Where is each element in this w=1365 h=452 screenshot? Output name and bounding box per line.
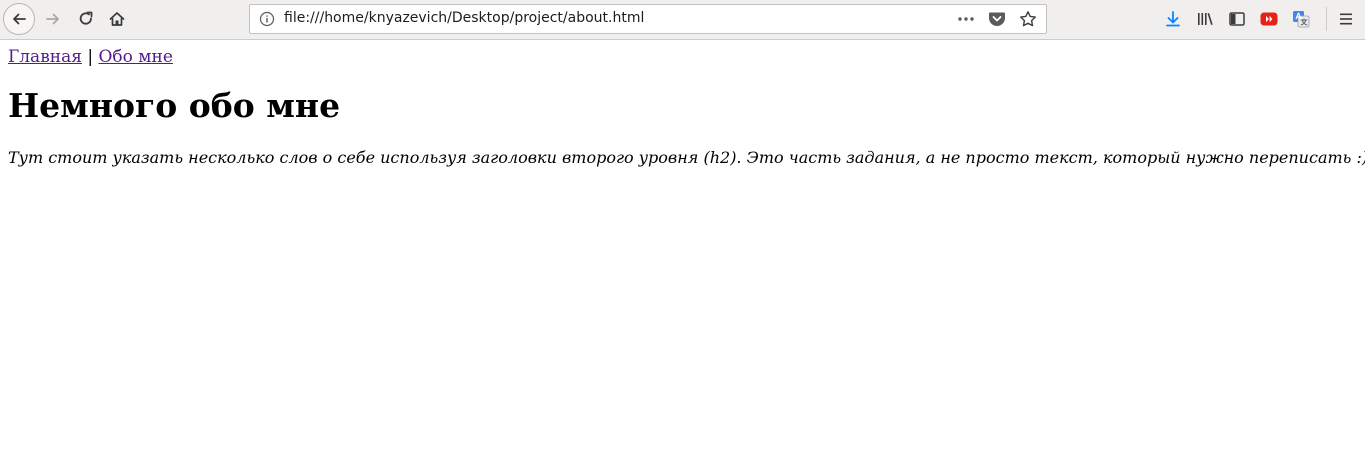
back-button[interactable] — [3, 3, 35, 35]
more-dots-icon — [958, 17, 974, 21]
forward-button[interactable] — [40, 6, 66, 32]
page-content: Главная | Обо мне Немного обо мне Тут ст… — [0, 40, 1365, 452]
nav-separator: | — [87, 47, 94, 67]
library-button[interactable] — [1192, 6, 1218, 32]
download-icon — [1166, 11, 1180, 27]
site-nav: Главная | Обо мне — [8, 46, 173, 68]
info-icon[interactable] — [259, 11, 275, 27]
back-arrow-icon — [13, 13, 26, 25]
nav-link-home[interactable]: Главная — [8, 47, 82, 67]
intro-paragraph: Тут стоит указать несколько слов о себе … — [8, 148, 1365, 167]
forward-arrow-icon — [46, 13, 59, 25]
toolbar-separator — [1326, 7, 1327, 31]
youtube-icon — [1260, 12, 1278, 26]
sidebar-icon — [1229, 12, 1245, 26]
url-actions — [953, 5, 1046, 33]
toolbar-right — [1160, 0, 1365, 38]
hamburger-menu-icon — [1340, 13, 1352, 25]
home-icon — [109, 12, 125, 26]
pocket-button[interactable] — [984, 6, 1010, 32]
address-bar[interactable]: file:///home/knyazevich/Desktop/project/… — [249, 4, 1047, 34]
pocket-icon — [989, 12, 1005, 26]
translate-extension-button[interactable] — [1288, 6, 1314, 32]
reload-icon — [79, 11, 93, 25]
sidebar-button[interactable] — [1224, 6, 1250, 32]
browser-toolbar: file:///home/knyazevich/Desktop/project/… — [0, 0, 1365, 40]
home-button[interactable] — [104, 6, 130, 32]
reload-button[interactable] — [73, 6, 99, 32]
star-icon — [1020, 11, 1036, 27]
nav-link-about[interactable]: Обо мне — [99, 47, 173, 67]
url-text[interactable]: file:///home/knyazevich/Desktop/project/… — [284, 10, 644, 26]
library-icon — [1198, 13, 1213, 25]
page-actions-button[interactable] — [953, 6, 979, 32]
translate-icon — [1293, 11, 1310, 28]
menu-button[interactable] — [1333, 6, 1359, 32]
page-title: Немного обо мне — [8, 86, 341, 125]
downloads-button[interactable] — [1160, 6, 1186, 32]
youtube-extension-button[interactable] — [1256, 6, 1282, 32]
bookmark-button[interactable] — [1015, 6, 1041, 32]
